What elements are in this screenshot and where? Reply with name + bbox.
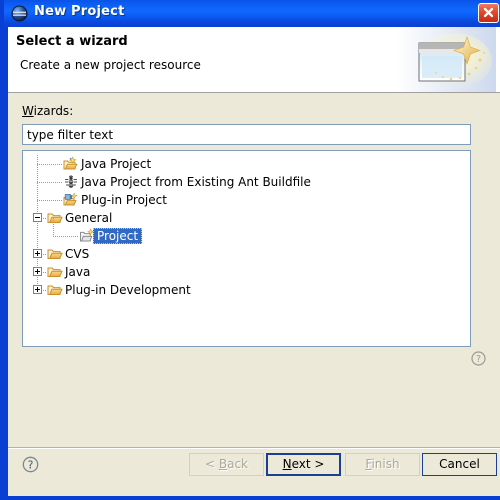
tree-item[interactable]: Plug-in Project (23, 191, 470, 209)
tree-guide-line (53, 218, 54, 236)
tree-item-label: Project (97, 229, 139, 243)
wizard-tree[interactable]: Java Project Java Project from Existing … (22, 150, 471, 347)
close-icon[interactable] (478, 3, 499, 23)
wizards-label: Wizards: (22, 104, 73, 118)
next-label: ext > (291, 457, 325, 471)
cancel-label: Cancel (439, 457, 480, 471)
back-button[interactable]: < Back (189, 453, 264, 476)
tree-item[interactable]: Java Project from Existing Ant Buildfile (23, 173, 470, 191)
cancel-button[interactable]: Cancel (422, 453, 497, 476)
folder-open-icon (47, 246, 63, 262)
wizards-label-mnemonic: W (22, 104, 34, 118)
next-mnemonic: N (282, 457, 292, 471)
tree-item-label: Java (65, 265, 91, 279)
help-question-icon[interactable]: ? ? (22, 456, 39, 473)
folder-open-icon (47, 264, 63, 280)
tree-guide-line (37, 200, 63, 201)
tree-item[interactable]: CVS (23, 245, 470, 263)
new-project-dialog: New Project Select a wizard Create a new… (0, 0, 500, 500)
folder-open-icon (47, 282, 63, 298)
tree-item-label: Plug-in Development (65, 283, 191, 297)
expand-icon[interactable] (33, 249, 42, 258)
dialog-body: Wizards: Java Project (8, 93, 500, 496)
button-bar-separator (8, 447, 500, 449)
tree-guide-line (37, 182, 63, 183)
back-label-prefix: < (204, 457, 219, 471)
next-button[interactable]: Next > (266, 453, 341, 476)
tree-item[interactable]: Project (23, 218, 470, 245)
finish-button[interactable]: Finish (345, 453, 420, 476)
folder-open-icon (47, 210, 63, 226)
ant-buildfile-icon (63, 174, 79, 190)
expand-icon[interactable] (33, 285, 42, 294)
expand-icon[interactable] (33, 267, 42, 276)
tree-item-label: Plug-in Project (81, 193, 167, 207)
dialog-titlebar[interactable]: New Project (4, 0, 500, 27)
tree-item-label: Java Project from Existing Ant Buildfile (81, 175, 311, 189)
back-label: ack (227, 457, 248, 471)
java-project-icon (63, 156, 79, 172)
tree-item[interactable]: Java Project (23, 155, 470, 173)
page-title: Select a wizard (16, 34, 128, 49)
back-mnemonic: B (218, 457, 228, 471)
tree-item[interactable]: Plug-in Development (23, 281, 470, 299)
tree-item[interactable]: Java (23, 263, 470, 281)
eclipse-sphere-icon (11, 5, 28, 22)
tree-item-label: CVS (65, 247, 90, 261)
wizard-header: Select a wizard Create a new project res… (8, 27, 500, 93)
tree-item-label: Java Project (81, 157, 152, 171)
tree-item-label: General (65, 211, 113, 225)
new-window-sparkle-icon (396, 27, 496, 92)
tree-item[interactable]: General (23, 209, 470, 227)
finish-label: inish (371, 457, 400, 471)
tree-guide-line (53, 236, 79, 237)
tree-guide-line (37, 164, 63, 165)
help-question-icon[interactable]: ? (471, 351, 486, 366)
svg-text:?: ? (28, 459, 34, 471)
dialog-title: New Project (34, 4, 125, 19)
svg-text:?: ? (476, 354, 481, 365)
wizards-label-rest: izards: (33, 104, 74, 118)
page-description: Create a new project resource (20, 58, 201, 72)
collapse-icon[interactable] (33, 213, 42, 222)
filter-input[interactable] (22, 124, 471, 145)
plugin-project-icon (63, 192, 79, 208)
